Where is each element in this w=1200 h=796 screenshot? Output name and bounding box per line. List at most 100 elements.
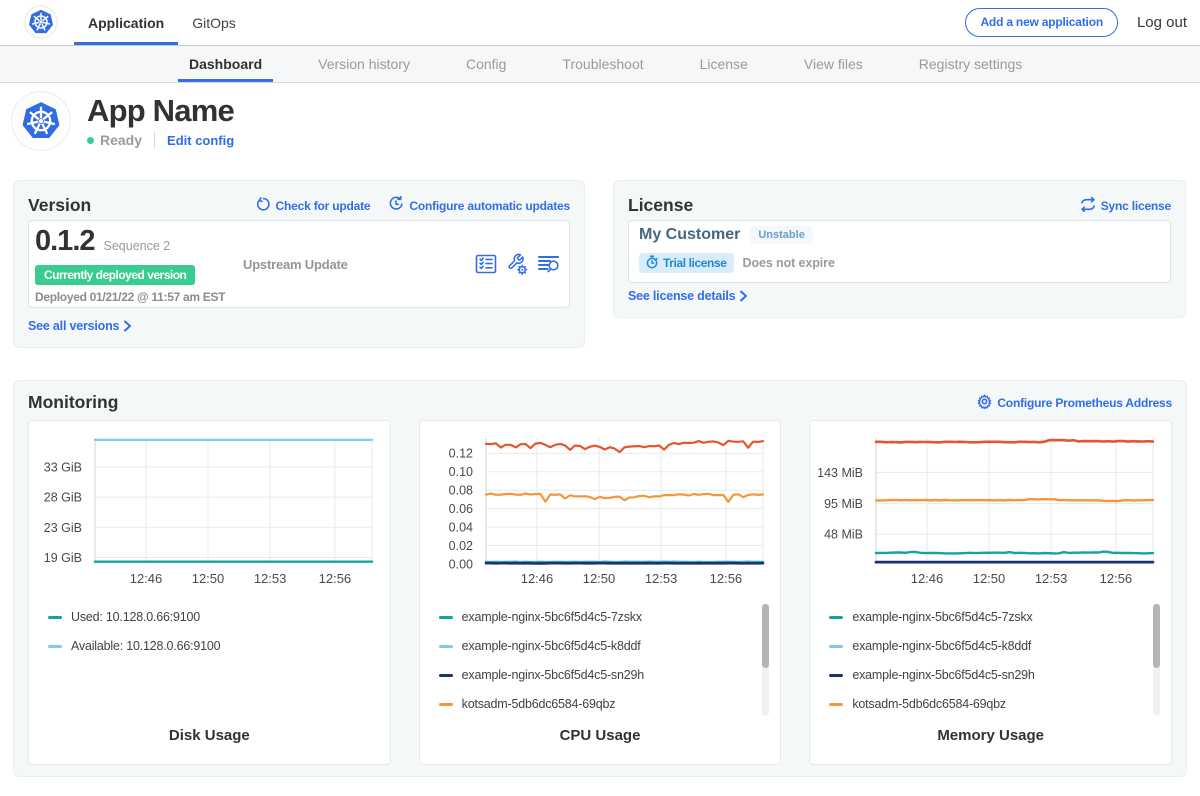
chart-card-cpu-usage: 0.000.020.040.060.080.100.1212:4612:5012… (419, 420, 782, 765)
currently-deployed-badge: Currently deployed version (35, 265, 195, 285)
legend-label: Available: 10.128.0.66:9100 (71, 639, 220, 653)
svg-text:0.02: 0.02 (448, 539, 472, 553)
license-card: License Sync license My Customer Unstabl… (613, 180, 1186, 318)
tab-gitops[interactable]: GitOps (178, 0, 250, 45)
legend-scrollbar[interactable] (762, 603, 769, 716)
top-tabs: Application GitOps (74, 0, 250, 45)
legend-item: example-nginx-5bc6f5d4c5-7zskx (420, 609, 642, 625)
charts-row: 19 GiB23 GiB28 GiB33 GiB12:4612:5012:531… (28, 420, 1172, 765)
chart-legend[interactable]: example-nginx-5bc6f5d4c5-7zskx example-ng… (810, 601, 1150, 718)
legend-scrollbar[interactable] (1153, 603, 1160, 716)
svg-text:0.08: 0.08 (448, 484, 472, 498)
customer-name: My Customer (639, 226, 740, 244)
monitoring-card: Monitoring Configure Prometheus Address … (13, 380, 1187, 777)
refresh-icon (256, 197, 271, 215)
legend-label: example-nginx-5bc6f5d4c5-7zskx (462, 610, 642, 624)
deployed-timestamp: Deployed 01/21/22 @ 11:57 am EST (35, 290, 243, 304)
svg-text:143 MiB: 143 MiB (817, 466, 863, 480)
app-header-info: App Name Ready Edit config (87, 94, 234, 148)
stopwatch-icon (645, 255, 659, 272)
svg-text:19 GiB: 19 GiB (44, 551, 82, 565)
legend-label: example-nginx-5bc6f5d4c5-sn29h (462, 668, 644, 682)
legend-swatch (439, 674, 453, 677)
logout-button[interactable]: Log out (1137, 14, 1187, 31)
add-application-button[interactable]: Add a new application (965, 8, 1117, 37)
legend-swatch (439, 645, 453, 648)
configure-prometheus-link[interactable]: Configure Prometheus Address (977, 394, 1172, 412)
legend-swatch (439, 703, 453, 706)
tab-application[interactable]: Application (74, 0, 178, 45)
divider (154, 132, 155, 148)
license-expiry-text: Does not expire (743, 256, 835, 270)
svg-text:0.12: 0.12 (448, 447, 472, 461)
svg-text:28 GiB: 28 GiB (44, 491, 82, 505)
page-title: App Name (87, 94, 234, 128)
sync-arrows-icon (1080, 197, 1096, 215)
app-subnav: Dashboard Version history Config Troublesho… (0, 46, 1200, 83)
subnav-item-registry-settings[interactable]: Registry settings (908, 46, 1033, 82)
dashboard-cards-row: Version Check for update Configure autom… (0, 180, 1200, 348)
svg-text:0.06: 0.06 (448, 502, 472, 516)
chevron-right-icon (123, 320, 132, 332)
svg-text:95 MiB: 95 MiB (824, 497, 863, 511)
svg-text:0.04: 0.04 (448, 521, 472, 535)
legend-swatch (48, 616, 62, 619)
configure-automatic-updates-link[interactable]: Configure automatic updates (388, 196, 570, 215)
legend-scrollbar-thumb[interactable] (1153, 604, 1160, 668)
legend-item: Used: 10.128.0.66:9100 (29, 609, 200, 625)
svg-text:12:50: 12:50 (582, 571, 615, 586)
legend-swatch (829, 645, 843, 648)
release-notes-icon[interactable] (475, 254, 497, 274)
edit-config-link[interactable]: Edit config (167, 133, 234, 148)
see-all-versions-link[interactable]: See all versions (28, 319, 132, 333)
svg-text:12:56: 12:56 (319, 571, 352, 586)
chart-legend[interactable]: example-nginx-5bc6f5d4c5-7zskx example-ng… (420, 601, 760, 718)
gear-icon (977, 394, 992, 412)
svg-text:33 GiB: 33 GiB (44, 460, 82, 474)
legend-label: kotsadm-5db6dc6584-69qbz (852, 697, 1006, 711)
monitoring-title: Monitoring (28, 392, 118, 413)
see-license-details-link[interactable]: See license details (628, 289, 748, 303)
legend-item: Available: 10.128.0.66:9100 (29, 638, 220, 654)
channel-badge: Unstable (750, 226, 812, 244)
svg-text:12:53: 12:53 (644, 571, 677, 586)
subnav-item-config[interactable]: Config (455, 46, 517, 82)
subnav-item-license[interactable]: License (689, 46, 759, 82)
topbar-right: Add a new application Log out (965, 0, 1200, 45)
check-for-update-link[interactable]: Check for update (256, 197, 371, 215)
subnav-item-troubleshoot[interactable]: Troubleshoot (551, 46, 654, 82)
version-card-title: Version (28, 195, 91, 216)
legend-label: Used: 10.128.0.66:9100 (71, 610, 200, 624)
legend-item: example-nginx-5bc6f5d4c5-k8ddf (810, 638, 1031, 654)
sync-license-link[interactable]: Sync license (1080, 197, 1171, 215)
svg-text:12:53: 12:53 (254, 571, 287, 586)
legend-item: kotsadm-5db6dc6584-69qbz (420, 696, 616, 712)
legend-item: example-nginx-5bc6f5d4c5-k8ddf (420, 638, 641, 654)
chart-title: Memory Usage (810, 727, 1171, 744)
legend-swatch (829, 616, 843, 619)
status-text: Ready (100, 132, 142, 148)
svg-text:48 MiB: 48 MiB (824, 528, 863, 542)
legend-swatch (829, 703, 843, 706)
legend-scrollbar-thumb[interactable] (762, 604, 769, 668)
status-ready-dot (87, 137, 94, 144)
version-number: 0.1.2 (35, 225, 95, 258)
svg-text:0.00: 0.00 (448, 558, 472, 572)
view-logs-icon[interactable] (538, 255, 560, 273)
svg-text:12:56: 12:56 (1100, 571, 1133, 586)
version-sequence: Sequence 2 (104, 239, 171, 253)
legend-label: example-nginx-5bc6f5d4c5-k8ddf (462, 639, 641, 653)
chart-card-memory-usage: 48 MiB95 MiB143 MiB12:4612:5012:5312:56e… (809, 420, 1172, 765)
svg-text:12:56: 12:56 (709, 571, 742, 586)
svg-text:12:46: 12:46 (520, 571, 553, 586)
current-version-box: 0.1.2 Sequence 2 Currently deployed vers… (28, 220, 570, 308)
subnav-item-view-files[interactable]: View files (793, 46, 874, 82)
svg-text:12:50: 12:50 (192, 571, 225, 586)
subnav-item-dashboard[interactable]: Dashboard (178, 46, 273, 82)
legend-item: example-nginx-5bc6f5d4c5-sn29h (420, 667, 644, 683)
legend-label: example-nginx-5bc6f5d4c5-7zskx (852, 610, 1032, 624)
upstream-update-label: Upstream Update (243, 257, 348, 272)
legend-label: example-nginx-5bc6f5d4c5-k8ddf (852, 639, 1031, 653)
subnav-item-version-history[interactable]: Version history (307, 46, 421, 82)
edit-config-wrench-icon[interactable] (507, 253, 528, 275)
